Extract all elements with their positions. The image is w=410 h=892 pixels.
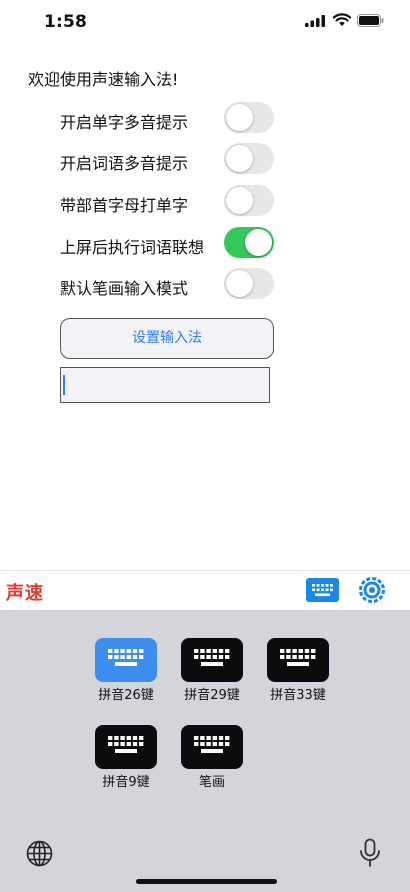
toggle-knob xyxy=(226,187,253,214)
stroke-mode-toggle[interactable] xyxy=(224,268,274,299)
toggle-knob xyxy=(226,270,253,297)
setting-row-word-association: 上屏后执行词语联想 xyxy=(60,227,274,261)
cellular-signal-icon xyxy=(305,15,325,27)
keyboard-keys-glyph xyxy=(280,649,316,666)
globe-icon[interactable] xyxy=(26,840,53,867)
test-input-field[interactable] xyxy=(60,367,270,403)
radical-letter-toggle[interactable] xyxy=(224,185,274,216)
keyboard-icon xyxy=(181,725,243,769)
layout-label: 拼音26键 xyxy=(98,688,154,703)
setting-label: 开启词语多音提示 xyxy=(60,154,189,173)
text-caret xyxy=(63,375,65,395)
word-association-toggle[interactable] xyxy=(224,227,274,258)
microphone-icon[interactable] xyxy=(359,838,381,868)
keyboard-icon xyxy=(181,638,243,682)
layout-option-pinyin9[interactable]: 拼音9键 xyxy=(95,725,157,790)
setting-label: 开启单字多音提示 xyxy=(60,113,189,132)
keyboard-keys-glyph xyxy=(194,736,230,753)
layout-option-pinyin33[interactable]: 拼音33键 xyxy=(267,638,329,703)
setting-row-stroke-mode: 默认笔画输入模式 xyxy=(60,268,274,302)
layout-label: 拼音33键 xyxy=(270,688,326,703)
layout-option-pinyin29[interactable]: 拼音29键 xyxy=(181,638,243,703)
keyboard-icon xyxy=(95,725,157,769)
status-bar: 1:58 xyxy=(0,0,410,46)
setting-row-word-polyphone: 开启词语多音提示 xyxy=(60,143,274,177)
word-polyphone-toggle[interactable] xyxy=(224,143,274,174)
setting-label: 默认笔画输入模式 xyxy=(60,279,189,298)
setting-row-radical-letter: 带部首字母打单字 xyxy=(60,185,274,219)
wifi-icon xyxy=(333,13,351,26)
setting-label: 上屏后执行词语联想 xyxy=(60,238,205,257)
keyboard-keys-glyph xyxy=(194,649,230,666)
keyboard-icon xyxy=(95,638,157,682)
keyboard-toolbar: 声速 xyxy=(0,570,410,611)
keyboard-switch-button[interactable] xyxy=(306,578,339,602)
toggle-knob xyxy=(245,229,272,256)
toggle-knob xyxy=(226,145,253,172)
welcome-text: 欢迎使用声速输入法! xyxy=(28,70,179,89)
setup-input-method-button[interactable]: 设置输入法 xyxy=(60,318,274,359)
keyboard-keys-glyph xyxy=(108,736,144,753)
battery-icon xyxy=(357,14,384,27)
keyboard-icon xyxy=(267,638,329,682)
layout-option-stroke[interactable]: 笔画 xyxy=(181,725,243,790)
status-time: 1:58 xyxy=(44,12,88,32)
layout-label: 拼音29键 xyxy=(184,688,240,703)
layout-label: 笔画 xyxy=(198,775,225,790)
setting-row-single-char-polyphone: 开启单字多音提示 xyxy=(60,102,274,136)
home-indicator[interactable] xyxy=(136,879,277,884)
single-char-polyphone-toggle[interactable] xyxy=(224,102,274,133)
toggle-knob xyxy=(226,104,253,131)
keyboard-icon xyxy=(312,584,333,597)
brand-logo: 声速 xyxy=(6,583,44,604)
layout-label: 拼音9键 xyxy=(102,775,150,790)
layout-option-pinyin26[interactable]: 拼音26键 xyxy=(95,638,157,703)
keyboard-keys-glyph xyxy=(108,649,144,666)
settings-gear-icon[interactable] xyxy=(358,576,386,604)
setting-label: 带部首字母打单字 xyxy=(60,196,189,215)
